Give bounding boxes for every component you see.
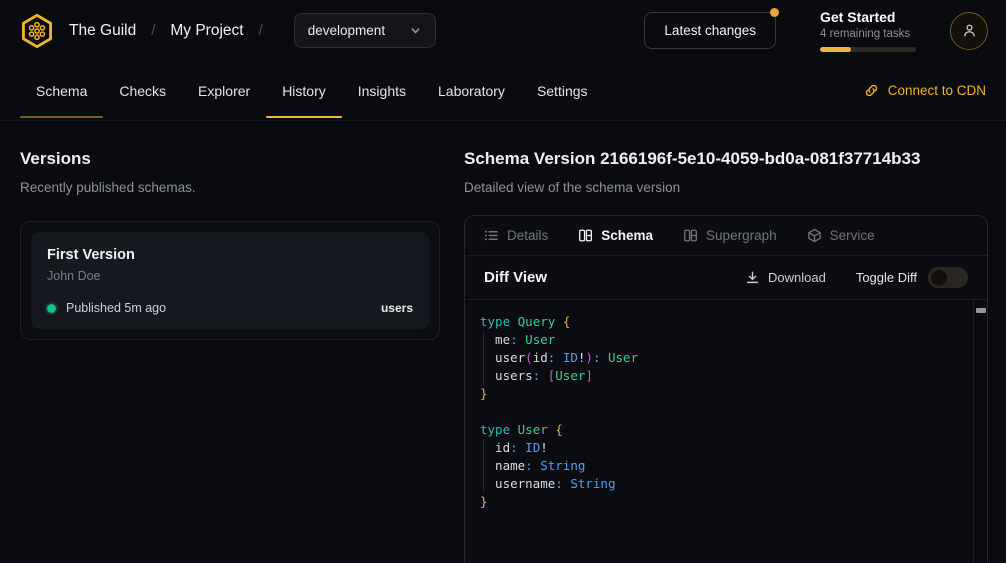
toggle-diff-label: Toggle Diff [856,270,917,285]
versions-subtitle: Recently published schemas. [20,179,440,196]
avatar[interactable] [950,12,988,50]
versions-title: Versions [20,148,440,170]
code-line: users: [User] [480,367,961,385]
schema-version-section: Schema Version 2166196f-5e10-4059-bd0a-0… [464,121,1006,563]
version-name: First Version [47,246,413,264]
schema-detail-panel: Details Schema Supergraph Service Diff View… [464,215,988,563]
version-status-row: Published 5m ago users [47,301,413,315]
code-line [480,403,961,421]
breadcrumb-project[interactable]: My Project [170,22,243,40]
environment-selector-value: development [308,23,385,38]
main-nav-tabs: SchemaChecksExplorerHistoryInsightsLabor… [20,61,604,120]
chevron-down-icon [409,24,422,37]
nav-tab-insights[interactable]: Insights [342,61,422,120]
notification-dot [770,8,779,17]
latest-changes-label: Latest changes [664,23,756,38]
code-line: } [480,385,961,403]
connect-to-cdn-link[interactable]: Connect to CDN [864,61,986,120]
list-icon [484,228,499,243]
detail-tab-schema[interactable]: Schema [578,228,653,243]
versions-panel: Versions Recently published schemas. Fir… [0,121,464,563]
connect-to-cdn-label: Connect to CDN [888,83,986,98]
guild-hive-logo-icon[interactable] [18,12,56,50]
progress-fill [820,47,851,52]
breadcrumb-separator: / [151,22,155,39]
code-line: type Query { [480,313,961,331]
version-list-item[interactable]: First Version John Doe Published 5m ago … [31,232,429,329]
columns-icon [578,228,593,243]
get-started-subtitle: 4 remaining tasks [820,28,916,40]
published-status-dot [47,304,56,313]
schema-code-container: type Query { me: User user(id: ID!): Use… [465,300,987,563]
code-line: type User { [480,421,961,439]
nav-tab-checks[interactable]: Checks [103,61,182,120]
nav-tab-history[interactable]: History [266,61,342,120]
detail-tab-supergraph[interactable]: Supergraph [683,228,777,243]
breadcrumb-org[interactable]: The Guild [69,22,136,40]
cube-icon [807,228,822,243]
detail-tabs: Details Schema Supergraph Service [465,216,987,256]
scrollbar[interactable] [973,300,987,563]
toggle-knob [931,270,947,286]
columns-icon [683,228,698,243]
versions-card: First Version John Doe Published 5m ago … [20,221,440,340]
code-line: } [480,493,961,511]
code-line: name: String [480,457,961,475]
nav-tab-schema[interactable]: Schema [20,61,103,120]
service-badge: users [381,301,413,315]
get-started-title: Get Started [820,9,916,25]
download-button[interactable]: Download [745,270,826,285]
code-line: me: User [480,331,961,349]
code-editor[interactable]: type Query { me: User user(id: ID!): Use… [465,300,987,524]
download-icon [745,270,760,285]
version-author: John Doe [47,268,413,284]
detail-tab-details[interactable]: Details [484,228,548,243]
code-line: user(id: ID!): User [480,349,961,367]
main-content: Versions Recently published schemas. Fir… [0,121,1006,563]
nav-tab-settings[interactable]: Settings [521,61,604,120]
diff-view-title: Diff View [484,269,547,286]
schema-version-subtitle: Detailed view of the schema version [464,179,988,196]
progress-bar [820,47,916,52]
schema-version-title: Schema Version 2166196f-5e10-4059-bd0a-0… [464,148,988,170]
get-started-widget[interactable]: Get Started 4 remaining tasks [820,9,916,52]
app-header: The Guild / My Project / development Lat… [0,0,1006,61]
diff-view-header: Diff View Download Toggle Diff [465,256,987,300]
download-label: Download [768,270,826,285]
main-nav: SchemaChecksExplorerHistoryInsightsLabor… [0,61,1006,121]
nav-tab-explorer[interactable]: Explorer [182,61,266,120]
nav-tab-laboratory[interactable]: Laboratory [422,61,521,120]
version-status: Published 5m ago [66,301,166,315]
code-line: username: String [480,475,961,493]
detail-tab-service[interactable]: Service [807,228,875,243]
breadcrumb-separator: / [259,22,263,39]
person-icon [961,22,978,39]
scrollbar-thumb[interactable] [976,308,986,313]
environment-selector[interactable]: development [294,13,436,48]
toggle-diff-switch[interactable] [928,267,968,288]
code-line: id: ID! [480,439,961,457]
latest-changes-button[interactable]: Latest changes [644,12,776,49]
link-icon [864,83,879,98]
